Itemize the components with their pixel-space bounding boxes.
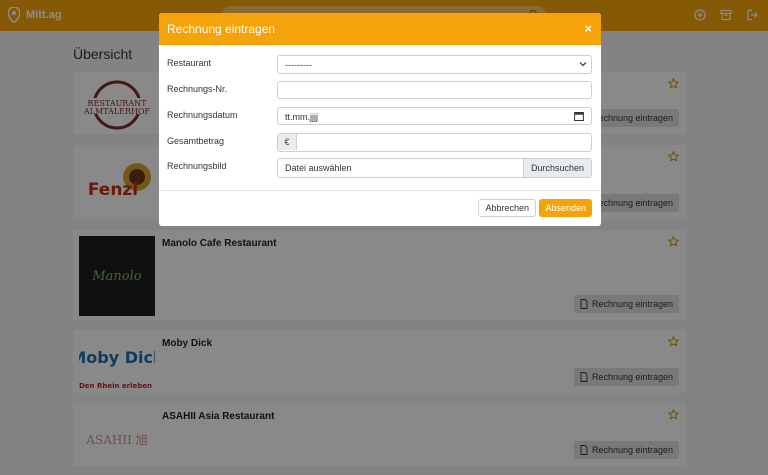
browse-button[interactable]: Durchsuchen: [522, 159, 591, 177]
cancel-button[interactable]: Abbrechen: [478, 199, 536, 217]
invoice-number-input[interactable]: [277, 81, 592, 99]
modal-title: Rechnung eintragen: [167, 22, 276, 36]
chevron-down-icon: [579, 62, 587, 67]
restaurant-label: Restaurant: [167, 58, 212, 68]
submit-button[interactable]: Absenden: [539, 199, 592, 217]
currency-addon: €: [278, 134, 297, 150]
total-label: Gesamtbetrag: [167, 136, 225, 146]
invoice-number-label: Rechnungs-Nr.: [167, 84, 228, 94]
modal-footer: Abbrechen Absenden: [159, 191, 601, 226]
close-icon[interactable]: ×: [584, 21, 592, 36]
invoice-image-label: Rechnungsbild: [167, 161, 227, 171]
invoice-date-label: Rechnungsdatum: [167, 110, 238, 120]
modal-body: Restaurant --------- Rechnungs-Nr. Rechn…: [159, 45, 601, 191]
restaurant-select[interactable]: ---------: [277, 55, 592, 74]
file-input[interactable]: Datei auswählen Durchsuchen: [277, 158, 592, 178]
modal-header: Rechnung eintragen ×: [159, 13, 601, 45]
total-input[interactable]: €: [277, 133, 592, 152]
invoice-date-input[interactable]: tt.mm.jjjj: [277, 107, 592, 125]
calendar-icon[interactable]: [574, 111, 584, 121]
invoice-modal: Rechnung eintragen × Restaurant --------…: [159, 13, 601, 226]
